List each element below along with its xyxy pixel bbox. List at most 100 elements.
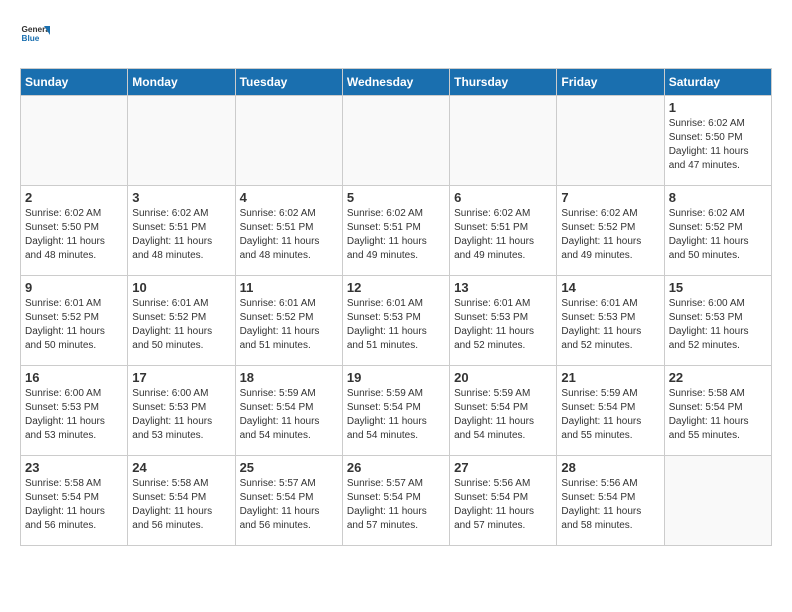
calendar-cell: 21 Sunrise: 5:59 AM Sunset: 5:54 PM Dayli…	[557, 366, 664, 456]
calendar-cell: 16 Sunrise: 6:00 AM Sunset: 5:53 PM Dayli…	[21, 366, 128, 456]
calendar-cell: 17 Sunrise: 6:00 AM Sunset: 5:53 PM Dayli…	[128, 366, 235, 456]
day-number: 22	[669, 370, 767, 385]
weekday-header-wednesday: Wednesday	[342, 69, 449, 96]
day-number: 10	[132, 280, 230, 295]
day-info: Sunrise: 5:58 AM Sunset: 5:54 PM Dayligh…	[132, 477, 230, 533]
day-info: Sunrise: 6:01 AM Sunset: 5:52 PM Dayligh…	[240, 297, 338, 353]
day-number: 20	[454, 370, 552, 385]
day-info: Sunrise: 5:59 AM Sunset: 5:54 PM Dayligh…	[454, 387, 552, 443]
day-number: 26	[347, 460, 445, 475]
calendar-cell: 19 Sunrise: 5:59 AM Sunset: 5:54 PM Dayli…	[342, 366, 449, 456]
calendar-cell	[235, 96, 342, 186]
day-info: Sunrise: 6:02 AM Sunset: 5:51 PM Dayligh…	[240, 207, 338, 263]
calendar-cell: 12 Sunrise: 6:01 AM Sunset: 5:53 PM Dayli…	[342, 276, 449, 366]
weekday-header-monday: Monday	[128, 69, 235, 96]
day-number: 25	[240, 460, 338, 475]
day-info: Sunrise: 5:56 AM Sunset: 5:54 PM Dayligh…	[561, 477, 659, 533]
calendar-cell: 9 Sunrise: 6:01 AM Sunset: 5:52 PM Daylig…	[21, 276, 128, 366]
day-info: Sunrise: 6:00 AM Sunset: 5:53 PM Dayligh…	[25, 387, 123, 443]
calendar-cell: 1 Sunrise: 6:02 AM Sunset: 5:50 PM Daylig…	[664, 96, 771, 186]
day-number: 21	[561, 370, 659, 385]
day-number: 28	[561, 460, 659, 475]
logo-icon: General Blue	[20, 20, 50, 50]
calendar-cell: 23 Sunrise: 5:58 AM Sunset: 5:54 PM Dayli…	[21, 456, 128, 546]
calendar-cell: 11 Sunrise: 6:01 AM Sunset: 5:52 PM Dayli…	[235, 276, 342, 366]
day-info: Sunrise: 6:01 AM Sunset: 5:53 PM Dayligh…	[347, 297, 445, 353]
calendar-cell: 4 Sunrise: 6:02 AM Sunset: 5:51 PM Daylig…	[235, 186, 342, 276]
day-number: 17	[132, 370, 230, 385]
day-info: Sunrise: 6:02 AM Sunset: 5:51 PM Dayligh…	[132, 207, 230, 263]
calendar-cell: 13 Sunrise: 6:01 AM Sunset: 5:53 PM Dayli…	[450, 276, 557, 366]
calendar-cell: 24 Sunrise: 5:58 AM Sunset: 5:54 PM Dayli…	[128, 456, 235, 546]
day-info: Sunrise: 5:58 AM Sunset: 5:54 PM Dayligh…	[25, 477, 123, 533]
calendar-cell: 5 Sunrise: 6:02 AM Sunset: 5:51 PM Daylig…	[342, 186, 449, 276]
calendar-cell: 20 Sunrise: 5:59 AM Sunset: 5:54 PM Dayli…	[450, 366, 557, 456]
day-number: 24	[132, 460, 230, 475]
day-number: 27	[454, 460, 552, 475]
calendar-cell	[664, 456, 771, 546]
calendar-cell: 14 Sunrise: 6:01 AM Sunset: 5:53 PM Dayli…	[557, 276, 664, 366]
calendar-cell: 7 Sunrise: 6:02 AM Sunset: 5:52 PM Daylig…	[557, 186, 664, 276]
day-number: 14	[561, 280, 659, 295]
calendar-cell: 22 Sunrise: 5:58 AM Sunset: 5:54 PM Dayli…	[664, 366, 771, 456]
calendar-cell: 18Sunrise: 5:59 AM Sunset: 5:54 PM Dayli…	[235, 366, 342, 456]
calendar-cell	[342, 96, 449, 186]
day-number: 6	[454, 190, 552, 205]
weekday-header-friday: Friday	[557, 69, 664, 96]
day-info: Sunrise: 6:02 AM Sunset: 5:50 PM Dayligh…	[669, 117, 767, 173]
day-number: 23	[25, 460, 123, 475]
day-number: 1	[669, 100, 767, 115]
day-number: 8	[669, 190, 767, 205]
calendar-cell: 10 Sunrise: 6:01 AM Sunset: 5:52 PM Dayli…	[128, 276, 235, 366]
day-info: Sunrise: 5:57 AM Sunset: 5:54 PM Dayligh…	[240, 477, 338, 533]
calendar-cell	[450, 96, 557, 186]
svg-text:Blue: Blue	[22, 34, 40, 43]
day-info: Sunrise: 6:02 AM Sunset: 5:51 PM Dayligh…	[347, 207, 445, 263]
day-number: 18	[240, 370, 338, 385]
day-info: Sunrise: 6:01 AM Sunset: 5:52 PM Dayligh…	[132, 297, 230, 353]
day-number: 3	[132, 190, 230, 205]
day-info: Sunrise: 6:00 AM Sunset: 5:53 PM Dayligh…	[132, 387, 230, 443]
day-number: 15	[669, 280, 767, 295]
calendar-cell: 15 Sunrise: 6:00 AM Sunset: 5:53 PM Dayli…	[664, 276, 771, 366]
day-info: Sunrise: 5:59 AM Sunset: 5:54 PM Dayligh…	[347, 387, 445, 443]
day-number: 11	[240, 280, 338, 295]
calendar-cell: 3 Sunrise: 6:02 AM Sunset: 5:51 PM Daylig…	[128, 186, 235, 276]
calendar-cell	[128, 96, 235, 186]
calendar-cell	[21, 96, 128, 186]
day-number: 16	[25, 370, 123, 385]
day-info: Sunrise: 6:02 AM Sunset: 5:52 PM Dayligh…	[669, 207, 767, 263]
day-info: Sunrise: 5:56 AM Sunset: 5:54 PM Dayligh…	[454, 477, 552, 533]
calendar-cell: 28 Sunrise: 5:56 AM Sunset: 5:54 PM Dayli…	[557, 456, 664, 546]
day-info: Sunrise: 6:01 AM Sunset: 5:52 PM Dayligh…	[25, 297, 123, 353]
day-number: 5	[347, 190, 445, 205]
day-info: Sunrise: 6:02 AM Sunset: 5:50 PM Dayligh…	[25, 207, 123, 263]
day-info: Sunrise: 6:02 AM Sunset: 5:52 PM Dayligh…	[561, 207, 659, 263]
weekday-header-saturday: Saturday	[664, 69, 771, 96]
day-info: Sunrise: 6:01 AM Sunset: 5:53 PM Dayligh…	[454, 297, 552, 353]
day-info: Sunrise: 6:01 AM Sunset: 5:53 PM Dayligh…	[561, 297, 659, 353]
calendar-cell	[557, 96, 664, 186]
day-number: 19	[347, 370, 445, 385]
weekday-header-sunday: Sunday	[21, 69, 128, 96]
day-info: Sunrise: 5:59 AM Sunset: 5:54 PM Dayligh…	[561, 387, 659, 443]
day-number: 9	[25, 280, 123, 295]
logo: General Blue	[20, 20, 55, 50]
day-info: Sunrise: 6:02 AM Sunset: 5:51 PM Dayligh…	[454, 207, 552, 263]
calendar-cell: 25 Sunrise: 5:57 AM Sunset: 5:54 PM Dayli…	[235, 456, 342, 546]
day-info: Sunrise: 5:58 AM Sunset: 5:54 PM Dayligh…	[669, 387, 767, 443]
day-number: 2	[25, 190, 123, 205]
calendar-cell: 26 Sunrise: 5:57 AM Sunset: 5:54 PM Dayli…	[342, 456, 449, 546]
calendar-table: SundayMondayTuesdayWednesdayThursdayFrid…	[20, 68, 772, 546]
day-number: 12	[347, 280, 445, 295]
calendar-cell: 2 Sunrise: 6:02 AM Sunset: 5:50 PM Daylig…	[21, 186, 128, 276]
day-info: Sunrise: 5:57 AM Sunset: 5:54 PM Dayligh…	[347, 477, 445, 533]
weekday-header-thursday: Thursday	[450, 69, 557, 96]
day-number: 4	[240, 190, 338, 205]
day-info: Sunrise: 6:00 AM Sunset: 5:53 PM Dayligh…	[669, 297, 767, 353]
calendar-cell: 8 Sunrise: 6:02 AM Sunset: 5:52 PM Daylig…	[664, 186, 771, 276]
calendar-cell: 6 Sunrise: 6:02 AM Sunset: 5:51 PM Daylig…	[450, 186, 557, 276]
calendar-cell: 27 Sunrise: 5:56 AM Sunset: 5:54 PM Dayli…	[450, 456, 557, 546]
day-number: 7	[561, 190, 659, 205]
day-number: 13	[454, 280, 552, 295]
